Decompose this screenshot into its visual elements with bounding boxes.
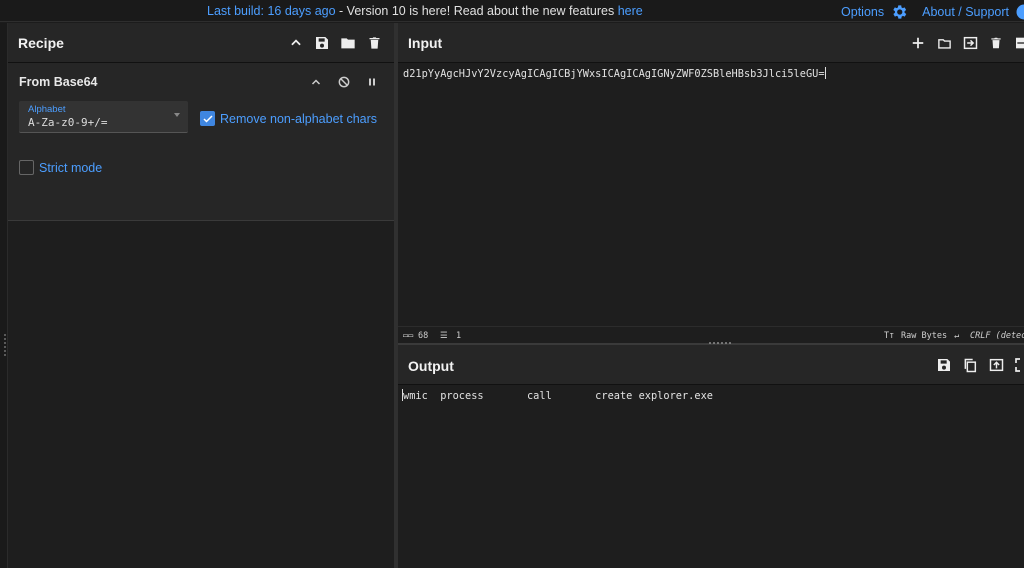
- text-encoding-icon: Tт: [884, 331, 895, 341]
- text-cursor: [824, 67, 826, 79]
- open-file-icon[interactable]: [960, 33, 980, 53]
- alphabet-label: Alphabet: [28, 104, 66, 115]
- options-link[interactable]: Options: [841, 5, 884, 19]
- input-eol[interactable]: CRLF (detec: [970, 331, 1024, 341]
- minimise-operation-icon[interactable]: [306, 72, 326, 92]
- operation-title: From Base64: [19, 75, 98, 89]
- input-length: 68: [418, 331, 429, 341]
- clear-recipe-icon[interactable]: [364, 33, 384, 53]
- output-area[interactable]: wmic process call create explorer.exe: [398, 385, 1024, 568]
- recipe-header: Recipe: [8, 23, 394, 63]
- disable-operation-icon[interactable]: [334, 72, 354, 92]
- output-header: Output: [398, 345, 1024, 385]
- collapse-all-icon[interactable]: [286, 33, 306, 53]
- operation-from-base64[interactable]: From Base64 Alphabet A-Za-z0-9+/= Remove…: [8, 63, 394, 221]
- alphabet-select[interactable]: Alphabet A-Za-z0-9+/=: [19, 101, 188, 133]
- input-area[interactable]: d21pYyAgcHJvY2VzcyAgICAgICBjYWxsICAgICAg…: [398, 63, 1024, 326]
- top-right-links: Options About / Support: [841, 3, 1024, 21]
- open-folder-icon[interactable]: [934, 33, 954, 53]
- input-text[interactable]: d21pYyAgcHJvY2VzcyAgICAgICBjYWxsICAgICAg…: [403, 67, 826, 80]
- gear-icon[interactable]: [890, 3, 908, 21]
- copy-output-icon[interactable]: [960, 355, 980, 375]
- input-title: Input: [408, 35, 443, 51]
- input-encoding[interactable]: Raw Bytes: [901, 331, 947, 341]
- remove-non-alphabet-option[interactable]: Remove non-alphabet chars: [200, 111, 377, 126]
- input-lines: 1: [456, 331, 462, 341]
- length-icon: ▭▭: [403, 331, 414, 341]
- features-link[interactable]: here: [618, 4, 643, 18]
- maximise-output-icon[interactable]: [1012, 355, 1024, 375]
- top-banner: Last build: 16 days ago - Version 10 is …: [0, 0, 1024, 22]
- recipe-title: Recipe: [18, 35, 64, 51]
- add-tab-icon[interactable]: [908, 33, 928, 53]
- load-recipe-icon[interactable]: [338, 33, 358, 53]
- remove-non-alphabet-label: Remove non-alphabet chars: [220, 111, 378, 126]
- left-splitter[interactable]: [0, 23, 8, 568]
- alphabet-value: A-Za-z0-9+/=: [28, 116, 108, 129]
- strict-mode-option[interactable]: Strict mode: [19, 160, 102, 175]
- chevron-down-icon: [174, 113, 180, 117]
- eol-icon: ↵: [954, 331, 960, 341]
- banner-message: - Version 10 is here! Read about the new…: [335, 4, 618, 18]
- help-icon[interactable]: [1015, 3, 1024, 21]
- replace-input-icon[interactable]: [986, 355, 1006, 375]
- save-recipe-icon[interactable]: [312, 33, 332, 53]
- strict-mode-label: Strict mode: [39, 160, 103, 175]
- lines-icon: ☰: [440, 331, 448, 341]
- banner-text: Last build: 16 days ago - Version 10 is …: [207, 4, 643, 18]
- pause-operation-icon[interactable]: [362, 72, 382, 92]
- output-title: Output: [408, 358, 454, 374]
- input-header: Input: [398, 23, 1024, 63]
- output-text[interactable]: wmic process call create explorer.exe: [402, 389, 713, 402]
- recipe-panel: Recipe From Base64 Alphabet A-Za-z0-9+/=…: [8, 23, 394, 568]
- save-output-icon[interactable]: [934, 355, 954, 375]
- clear-input-icon[interactable]: [986, 33, 1006, 53]
- layout-icon[interactable]: [1012, 33, 1024, 53]
- last-build-link[interactable]: Last build: 16 days ago: [207, 4, 336, 18]
- strict-mode-checkbox[interactable]: [19, 160, 34, 175]
- about-support-link[interactable]: About / Support: [922, 5, 1009, 19]
- remove-non-alphabet-checkbox[interactable]: [200, 111, 215, 126]
